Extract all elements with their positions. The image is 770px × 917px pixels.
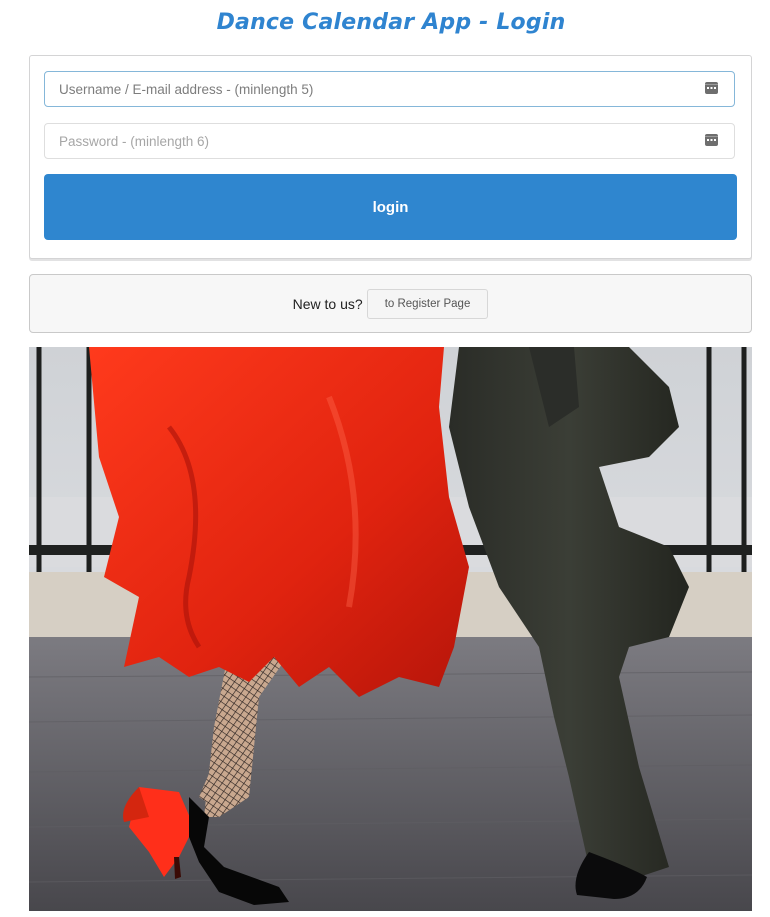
page-title: Dance Calendar App - Login: [216, 10, 566, 35]
login-form: login: [29, 55, 752, 259]
password-manager-key-icon[interactable]: [705, 82, 718, 94]
login-button[interactable]: login: [44, 174, 737, 240]
username-input[interactable]: [45, 72, 734, 106]
username-field-wrapper: [44, 71, 735, 107]
register-prompt: New to us?: [292, 295, 363, 312]
to-register-page-button[interactable]: to Register Page: [366, 288, 489, 319]
register-message: New to us? to Register Page: [29, 274, 752, 333]
password-manager-key-icon[interactable]: [705, 134, 718, 146]
password-input[interactable]: [45, 124, 734, 158]
dancers-photo: [29, 347, 752, 911]
password-field-wrapper: [44, 123, 735, 159]
